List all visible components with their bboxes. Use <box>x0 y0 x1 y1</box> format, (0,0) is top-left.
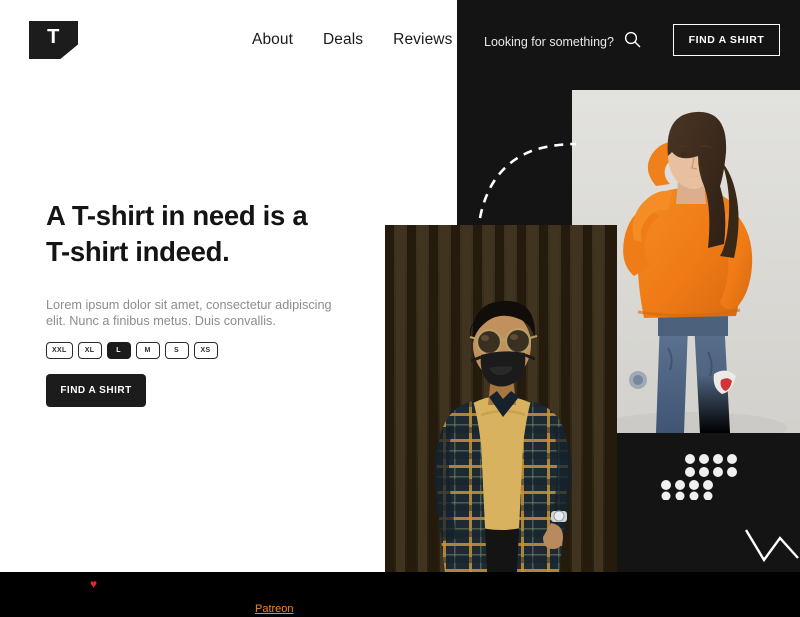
hero-paragraph: Lorem ipsum dolor sit amet, consectetur … <box>46 298 332 328</box>
page-title: A T-shirt in need is a T-shirt indeed. <box>46 198 376 270</box>
size-option-xxl[interactable]: XXL <box>46 342 73 359</box>
size-option-s[interactable]: S <box>164 342 189 359</box>
site-footer: ♥ Patreon <box>0 572 800 617</box>
search-label: Looking for something? <box>484 35 614 49</box>
nav-item-deals[interactable]: Deals <box>323 31 363 49</box>
find-a-shirt-hero-button[interactable]: FIND A SHIRT <box>46 374 146 407</box>
size-option-xs[interactable]: XS <box>193 342 218 359</box>
search-icon[interactable] <box>624 31 641 53</box>
size-option-m[interactable]: M <box>135 342 160 359</box>
t-logo[interactable]: T <box>29 21 78 59</box>
zigzag-decoration <box>744 524 800 577</box>
heart-icon: ♥ <box>90 577 98 591</box>
dot-grid-decoration <box>661 452 737 505</box>
site-header: T About Deals Reviews Looking for someth… <box>0 0 800 80</box>
hero-heading-line-2: T-shirt indeed. <box>46 236 230 267</box>
hero-photo-man <box>385 225 617 572</box>
search-box[interactable]: Looking for something? <box>484 31 641 53</box>
size-option-l[interactable]: L <box>106 342 131 359</box>
page-root: T About Deals Reviews Looking for someth… <box>0 0 800 617</box>
hero-heading-line-1: A T-shirt in need is a <box>46 200 308 231</box>
nav-item-reviews[interactable]: Reviews <box>393 31 452 49</box>
dashed-arc-decoration <box>472 132 582 227</box>
nav-item-about[interactable]: About <box>252 31 293 49</box>
find-a-shirt-header-button[interactable]: FIND A SHIRT <box>673 24 780 56</box>
size-selector: XXL XL L M S XS <box>46 342 218 359</box>
patreon-link[interactable]: Patreon <box>255 603 294 615</box>
hero-copy: A T-shirt in need is a T-shirt indeed. L… <box>46 198 376 329</box>
size-option-xl[interactable]: XL <box>77 342 102 359</box>
main-nav: About Deals Reviews <box>252 31 452 49</box>
